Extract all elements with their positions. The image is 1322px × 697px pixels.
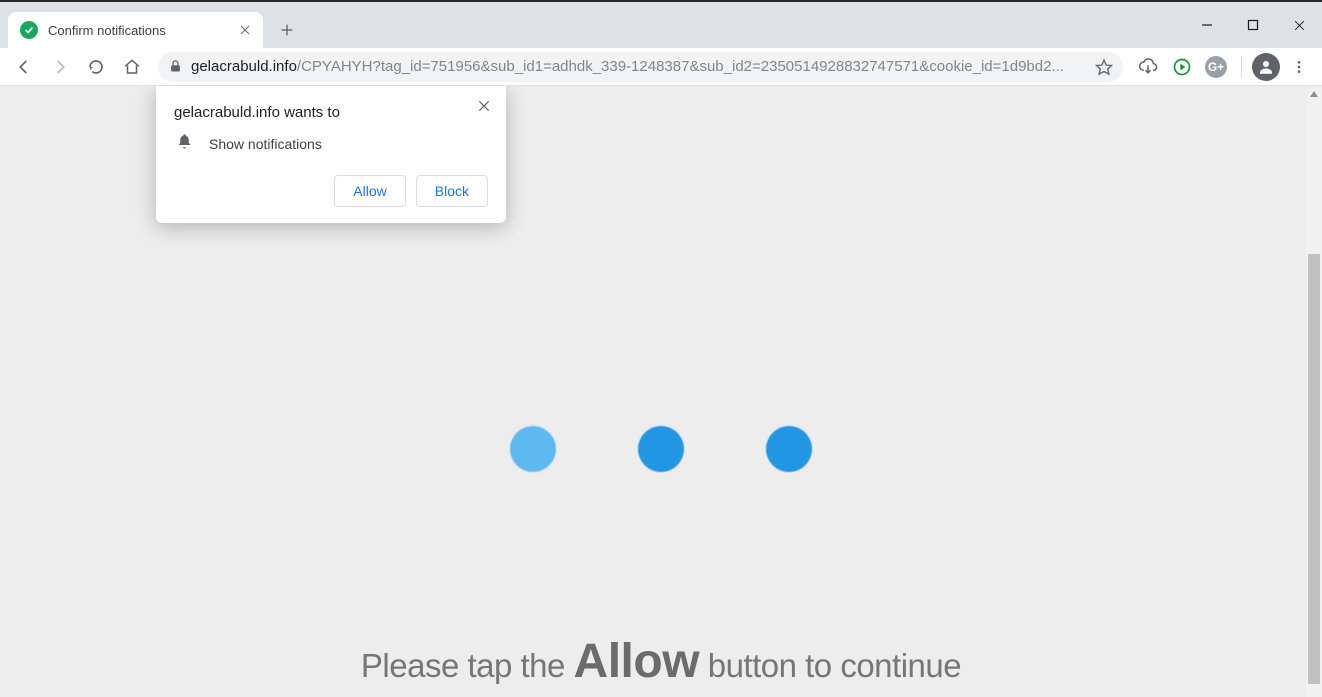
lock-icon bbox=[168, 59, 183, 74]
download-extension-icon[interactable] bbox=[1133, 52, 1163, 82]
close-window-button[interactable] bbox=[1276, 2, 1322, 48]
scrollbar[interactable] bbox=[1306, 86, 1322, 697]
permission-item: Show notifications bbox=[209, 136, 322, 152]
titlebar: Confirm notifications bbox=[0, 2, 1322, 48]
scroll-up-icon[interactable] bbox=[1306, 86, 1322, 102]
menu-button[interactable] bbox=[1284, 52, 1314, 82]
bell-icon bbox=[176, 133, 193, 155]
tab-title: Confirm notifications bbox=[48, 23, 227, 38]
instruction-text: Please tap the Allow button to continue bbox=[361, 634, 961, 689]
scroll-thumb[interactable] bbox=[1308, 254, 1320, 684]
window-controls bbox=[1184, 2, 1322, 48]
allow-button[interactable]: Allow bbox=[334, 175, 405, 207]
profile-button[interactable] bbox=[1252, 53, 1280, 81]
browser-tab[interactable]: Confirm notifications bbox=[8, 12, 263, 48]
reload-button[interactable] bbox=[80, 51, 112, 83]
loading-dot bbox=[766, 426, 812, 472]
loading-dots bbox=[510, 426, 812, 472]
close-popup-icon[interactable] bbox=[474, 96, 494, 116]
notification-permission-popup: gelacrabuld.info wants to Show notificat… bbox=[156, 86, 506, 223]
address-bar[interactable]: gelacrabuld.info/CPYAHYH?tag_id=751956&s… bbox=[158, 52, 1123, 82]
back-button[interactable] bbox=[8, 51, 40, 83]
play-extension-icon[interactable] bbox=[1167, 52, 1197, 82]
maximize-button[interactable] bbox=[1230, 2, 1276, 48]
check-icon bbox=[20, 21, 38, 39]
loading-dot bbox=[638, 426, 684, 472]
close-tab-icon[interactable] bbox=[237, 22, 253, 38]
minimize-button[interactable] bbox=[1184, 2, 1230, 48]
page-viewport: Please tap the Allow button to continue … bbox=[0, 86, 1322, 697]
toolbar: gelacrabuld.info/CPYAHYH?tag_id=751956&s… bbox=[0, 48, 1322, 86]
loading-dot bbox=[510, 426, 556, 472]
googleplus-extension-icon[interactable]: G+ bbox=[1201, 52, 1231, 82]
home-button[interactable] bbox=[116, 51, 148, 83]
forward-button[interactable] bbox=[44, 51, 76, 83]
url-text: gelacrabuld.info/CPYAHYH?tag_id=751956&s… bbox=[191, 58, 1087, 75]
bookmark-star-icon[interactable] bbox=[1095, 58, 1113, 76]
permission-title: gelacrabuld.info wants to bbox=[174, 104, 488, 121]
toolbar-separator bbox=[1241, 56, 1242, 78]
new-tab-button[interactable] bbox=[273, 16, 301, 44]
block-button[interactable]: Block bbox=[416, 175, 488, 207]
